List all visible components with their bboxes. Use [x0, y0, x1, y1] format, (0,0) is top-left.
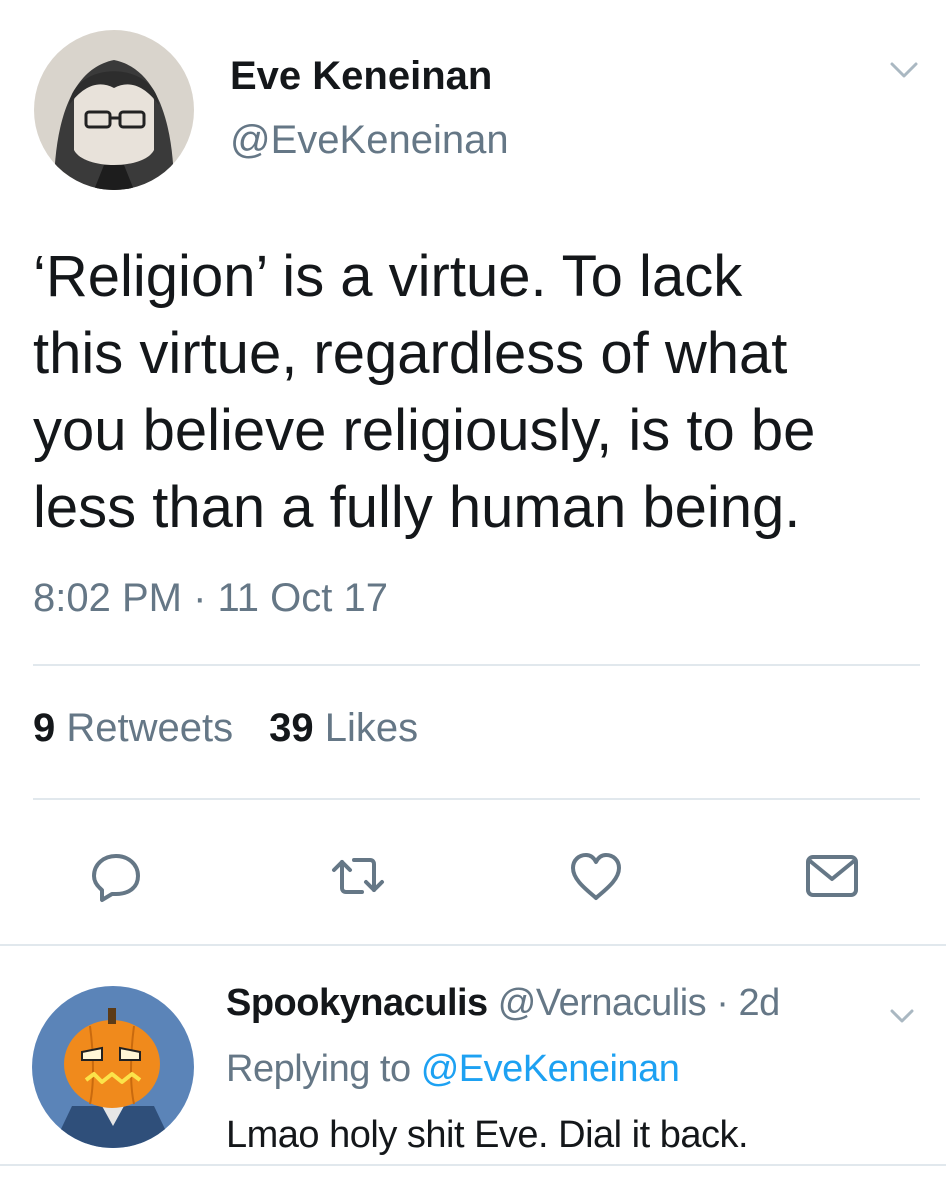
chevron-down-icon[interactable]	[884, 1002, 920, 1030]
divider	[33, 664, 920, 666]
retweets-label: Retweets	[66, 706, 234, 750]
replying-to-link[interactable]: @EveKeneinan	[421, 1048, 680, 1090]
author-handle[interactable]: @EveKeneinan	[230, 118, 509, 163]
replying-to: Replying to @EveKeneinan	[226, 1048, 680, 1091]
tweet-text: ‘Religion’ is a virtue. To lack this vir…	[33, 244, 816, 540]
likes-stat[interactable]: 39 Likes	[269, 706, 418, 750]
likes-count: 39	[269, 706, 314, 750]
reply-author-avatar[interactable]	[32, 986, 194, 1148]
author-avatar[interactable]	[34, 30, 194, 190]
main-tweet: Eve Keneinan @EveKeneinan ‘Religion’ is …	[0, 0, 946, 946]
retweets-count: 9	[33, 706, 56, 750]
chevron-down-icon[interactable]	[884, 56, 924, 86]
like-icon	[571, 853, 621, 900]
retweets-stat[interactable]: 9 Retweets	[33, 706, 233, 750]
reply-icon	[92, 854, 140, 902]
divider	[33, 798, 920, 800]
engagement-stats: 9 Retweets 39 Likes	[33, 706, 418, 751]
retweet-button[interactable]	[328, 846, 388, 906]
like-button[interactable]	[566, 846, 626, 906]
tweet-timestamp[interactable]: 8:02 PM · 11 Oct 17	[33, 576, 388, 621]
reply-author-handle[interactable]: @Vernaculis	[498, 982, 707, 1024]
reply-text: Lmao holy shit Eve. Dial it back.	[226, 1114, 749, 1156]
retweet-icon	[332, 858, 384, 894]
reply-header: Spookynaculis @Vernaculis · 2d	[226, 982, 780, 1025]
replying-to-label: Replying to	[226, 1048, 411, 1090]
reply-tweet[interactable]: Spookynaculis @Vernaculis · 2d Replying …	[0, 946, 946, 1188]
likes-label: Likes	[324, 706, 419, 750]
direct-message-button[interactable]	[802, 846, 862, 906]
divider	[0, 1164, 946, 1166]
direct-message-icon	[806, 855, 858, 897]
author-name[interactable]: Eve Keneinan	[230, 54, 492, 99]
reply-button[interactable]	[86, 846, 146, 906]
reply-time[interactable]: · 2d	[716, 982, 780, 1024]
reply-author-name[interactable]: Spookynaculis	[226, 982, 488, 1024]
